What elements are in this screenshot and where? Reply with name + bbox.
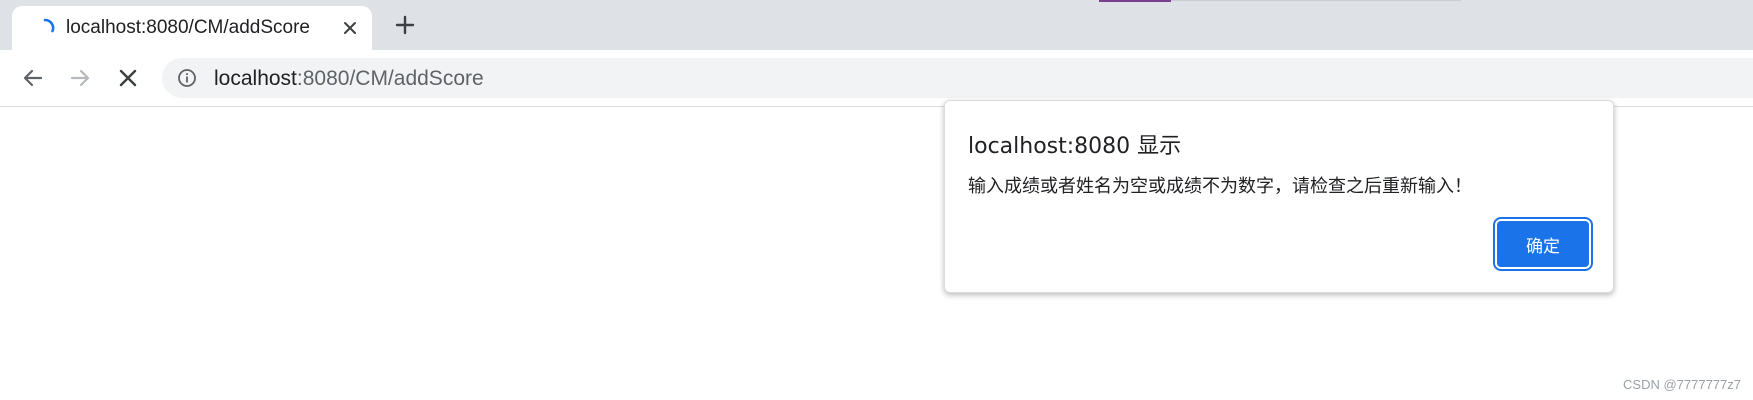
ok-button[interactable]: 确定 <box>1497 221 1589 267</box>
arrow-right-icon <box>70 69 90 87</box>
window-edge-line <box>1171 0 1461 1</box>
loading-spinner-icon <box>43 18 55 33</box>
active-tab[interactable]: localhost:8080/CM/addScore <box>12 6 372 50</box>
dialog-message: 输入成绩或者姓名为空或成绩不为数字，请检查之后重新输入！ <box>968 176 1472 197</box>
tab-title: localhost:8080/CM/addScore <box>66 17 310 38</box>
browser-window: localhost:8080/CM/addScore localhost:808… <box>0 0 1753 400</box>
info-icon[interactable] <box>177 68 197 88</box>
arrow-left-icon <box>23 69 43 87</box>
address-bar[interactable]: localhost:8080/CM/addScore <box>162 58 1753 98</box>
back-button[interactable] <box>17 62 49 94</box>
stop-x-icon <box>119 69 137 87</box>
stop-button[interactable] <box>112 62 144 94</box>
window-accent-line <box>1099 0 1171 2</box>
new-tab-button[interactable] <box>391 11 419 39</box>
dialog-title: localhost:8080 显示 <box>968 134 1182 159</box>
browser-toolbar: localhost:8080/CM/addScore <box>0 50 1753 107</box>
watermark-text: CSDN @7777777z7 <box>1623 377 1741 392</box>
alert-dialog: localhost:8080 显示 输入成绩或者姓名为空或成绩不为数字，请检查之… <box>944 100 1614 293</box>
tab-strip: localhost:8080/CM/addScore <box>0 0 1753 50</box>
url-path: :8080/CM/addScore <box>296 67 484 90</box>
forward-button[interactable] <box>64 62 96 94</box>
url-text: localhost:8080/CM/addScore <box>214 67 484 91</box>
close-icon[interactable] <box>338 16 362 40</box>
url-host: localhost <box>214 67 297 90</box>
plus-icon <box>395 15 415 35</box>
